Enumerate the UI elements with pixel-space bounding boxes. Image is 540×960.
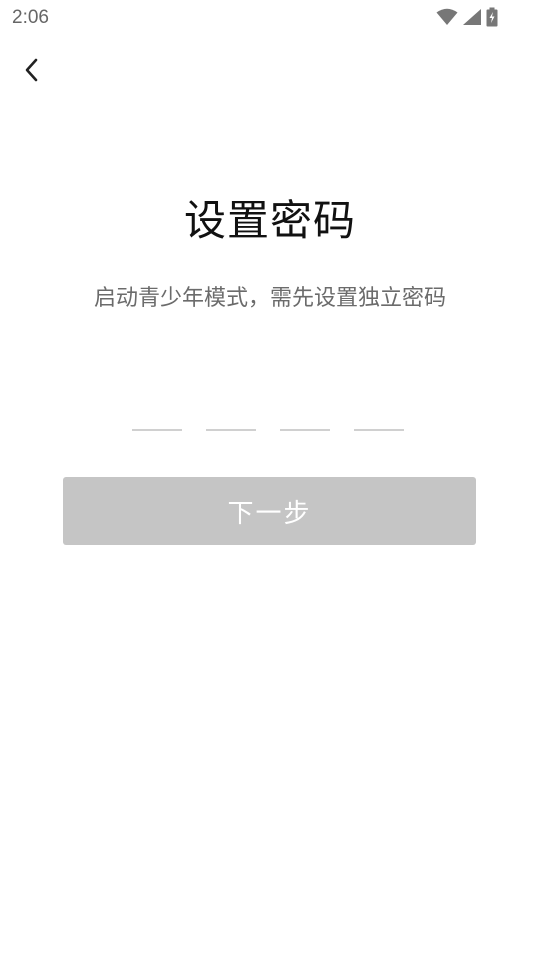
status-time: 2:06 (12, 7, 49, 28)
status-icons (436, 6, 498, 28)
page-subtitle: 启动青少年模式，需先设置独立密码 (93, 286, 446, 311)
signal-icon (462, 8, 482, 26)
pin-digit-3[interactable] (280, 429, 330, 431)
battery-charging-icon (486, 7, 498, 27)
chevron-left-icon (22, 57, 42, 87)
page-title: 设置密码 (183, 196, 356, 245)
pin-digit-4[interactable] (354, 429, 404, 431)
pin-digit-2[interactable] (206, 429, 256, 431)
pin-input[interactable] (132, 429, 404, 431)
back-button[interactable] (12, 52, 52, 92)
next-button[interactable]: 下一步 (63, 477, 476, 545)
pin-digit-1[interactable] (132, 429, 182, 431)
status-bar: 2:06 (0, 0, 540, 36)
wifi-icon (436, 8, 458, 26)
